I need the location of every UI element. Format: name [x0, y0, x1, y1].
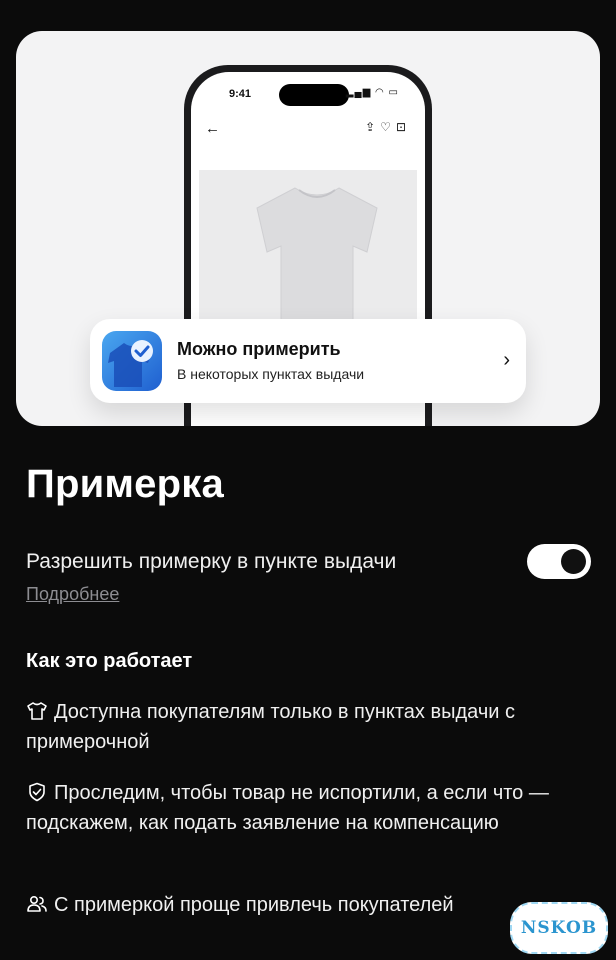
dynamic-island	[279, 84, 349, 106]
phone-status-bar: 9:41 ▂▄▆ ◠ ▭	[191, 84, 425, 106]
try-on-toggle[interactable]	[527, 544, 591, 579]
tshirt-image	[256, 187, 378, 331]
shield-check-icon	[29, 782, 45, 802]
phone-app-bar: ← ⇪♡⊡	[191, 116, 425, 144]
users-icon	[27, 895, 47, 912]
phone-time: 9:41	[229, 88, 252, 100]
try-on-setting-label: Разрешить примерку в пункте выдачи	[26, 550, 397, 573]
watermark-logo: NSKOB	[510, 902, 608, 954]
banner-subtitle: В некоторых пунктах выдачи	[177, 366, 365, 382]
banner-title: Можно примерить	[177, 339, 341, 359]
feature-text: С примеркой проще привлечь покупателей	[54, 894, 454, 916]
back-arrow-icon: ←	[205, 120, 220, 137]
feature-item: Доступна покупателям только в пунктах вы…	[26, 697, 596, 757]
feature-item: Проследим, чтобы товар не испортили, а е…	[26, 778, 596, 838]
share-favorite-cart-icons: ⇪♡⊡	[365, 120, 411, 134]
tshirt-check-icon	[102, 331, 162, 391]
tshirt-icon	[27, 702, 47, 720]
how-it-works-title: Как это работает	[26, 650, 193, 672]
feature-text: Доступна покупателям только в пунктах вы…	[26, 701, 515, 753]
hero-illustration: 9:41 ▂▄▆ ◠ ▭ ← ⇪♡⊡ Можно примерить В нек…	[16, 31, 600, 426]
feature-text: Проследим, чтобы товар не испортили, а е…	[26, 782, 549, 834]
chevron-right-icon: ›	[503, 349, 510, 371]
page-title: Примерка	[26, 462, 224, 506]
try-on-banner[interactable]: Можно примерить В некоторых пунктах выда…	[90, 319, 526, 403]
more-details-link[interactable]: Подробнее	[26, 584, 119, 605]
toggle-knob	[561, 549, 586, 574]
status-icons: ▂▄▆ ◠ ▭	[345, 87, 399, 98]
